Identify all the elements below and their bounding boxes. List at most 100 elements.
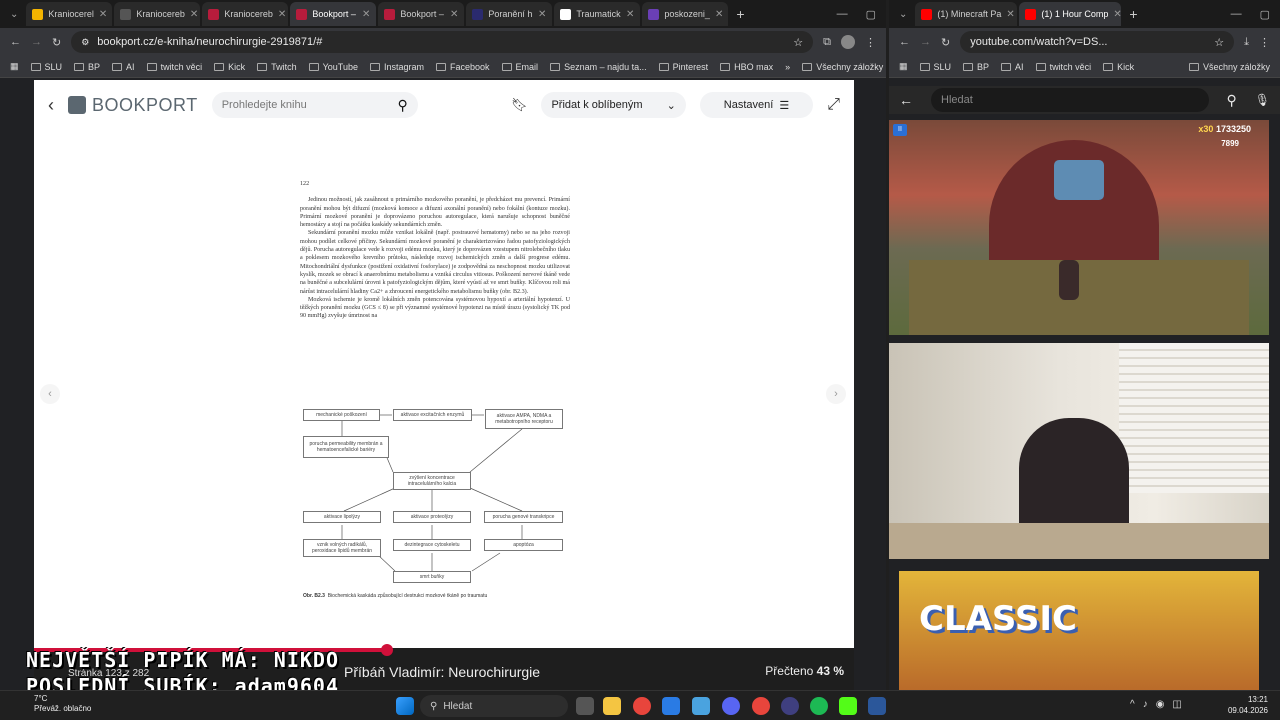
bookmark-item[interactable]: Pinterest xyxy=(658,62,708,72)
bookmark-item[interactable]: twitch věci xyxy=(1035,62,1091,72)
game-video[interactable]: II x30 1733250 7899 xyxy=(889,120,1269,335)
start-button[interactable] xyxy=(396,697,414,715)
forward-icon[interactable]: → xyxy=(920,36,931,48)
reload-icon[interactable]: ↻ xyxy=(52,36,61,49)
bookmark-item[interactable]: twitch věci xyxy=(146,62,202,72)
tab[interactable]: (1) 1 Hour Comp ✕ xyxy=(1019,2,1122,26)
search-icon[interactable]: ⚲ xyxy=(397,97,407,114)
game-thumbnail[interactable]: CLASSIC xyxy=(899,571,1259,690)
taskbar-search[interactable]: ⚲ Hledat xyxy=(420,695,568,717)
new-tab-button[interactable]: + xyxy=(730,6,750,22)
bookmark-item[interactable]: Twitch xyxy=(257,62,297,72)
tab[interactable]: (1) Minecraft Pa ✕ xyxy=(915,2,1018,26)
chrome-alt-icon[interactable] xyxy=(752,697,770,715)
bookmark-item[interactable]: YouTube xyxy=(308,62,358,72)
book-search-input[interactable]: Prohledejte knihu ⚲ xyxy=(211,92,418,118)
close-icon[interactable]: ✕ xyxy=(362,9,370,20)
chrome-icon[interactable] xyxy=(633,697,651,715)
task-view-icon[interactable] xyxy=(576,697,594,715)
close-icon[interactable]: ✕ xyxy=(278,9,286,20)
bookmark-item[interactable]: Kick xyxy=(214,62,245,72)
bookmark-item[interactable]: Instagram xyxy=(369,62,424,72)
tab-search-icon[interactable]: ⌄ xyxy=(4,9,24,20)
all-bookmarks[interactable]: Všechny záložky xyxy=(1188,62,1270,72)
new-tab-button[interactable]: + xyxy=(1123,6,1143,22)
back-icon[interactable]: ← xyxy=(10,36,21,48)
photos-icon[interactable] xyxy=(662,697,680,715)
tab[interactable]: Kraniocereb ✕ xyxy=(114,2,201,26)
bookmark-item[interactable]: AI xyxy=(112,62,135,72)
maximize-icon[interactable]: ▢ xyxy=(866,8,876,21)
profile-avatar[interactable] xyxy=(841,35,855,49)
tab[interactable]: Poranění h ✕ xyxy=(466,2,553,26)
download-icon[interactable]: ⤓ xyxy=(1244,36,1249,49)
bookmark-item[interactable]: BP xyxy=(963,62,989,72)
bookmark-item[interactable]: Kick xyxy=(1103,62,1134,72)
tab[interactable]: Bookport – ✕ xyxy=(378,2,465,26)
bookmark-icon[interactable]: 🔖︎ xyxy=(511,97,528,113)
bookmark-item[interactable]: Email xyxy=(501,62,538,72)
file-explorer-icon[interactable] xyxy=(603,697,621,715)
close-icon[interactable]: ✕ xyxy=(626,9,634,20)
search-icon[interactable]: ⚲ xyxy=(1227,92,1237,109)
forward-icon[interactable]: → xyxy=(31,36,42,48)
tab[interactable]: Kraniocerel ✕ xyxy=(26,2,113,26)
back-arrow-icon[interactable]: ‹ xyxy=(48,95,54,116)
site-info-icon[interactable]: ⚙ xyxy=(81,37,89,48)
word-icon[interactable] xyxy=(868,697,886,715)
bookmarks-overflow-icon[interactable]: » xyxy=(785,62,790,72)
tray-icons[interactable]: ^♪◉◫ xyxy=(1130,699,1190,710)
address-bar[interactable]: youtube.com/watch?v=DS... ☆ xyxy=(960,31,1235,53)
tab[interactable]: Traumatick ✕ xyxy=(554,2,641,26)
bookmark-item[interactable]: AI xyxy=(1001,62,1024,72)
bookmark-item[interactable]: SLU xyxy=(30,62,62,72)
bookmark-item[interactable]: SLU xyxy=(919,62,951,72)
bookmark-item[interactable]: BP xyxy=(74,62,100,72)
back-icon[interactable]: ← xyxy=(899,36,910,48)
close-icon[interactable]: ✕ xyxy=(1006,9,1014,20)
fullscreen-icon[interactable]: ⤢ xyxy=(827,96,840,114)
all-bookmarks[interactable]: Všechny záložky xyxy=(802,62,883,72)
bookmark-star-icon[interactable]: ☆ xyxy=(793,36,803,49)
weather-widget[interactable]: 7°C Převáž. oblačno xyxy=(34,694,91,714)
bookmark-star-icon[interactable]: ☆ xyxy=(1214,36,1224,49)
obs-icon[interactable] xyxy=(781,697,799,715)
close-icon[interactable]: ✕ xyxy=(190,9,198,20)
tab[interactable]: poskozeni_ ✕ xyxy=(642,2,729,26)
youtube-search-input[interactable]: Hledat xyxy=(931,88,1209,112)
back-arrow-icon[interactable]: ← xyxy=(899,92,913,108)
bookmark-item[interactable]: HBO max xyxy=(720,62,773,72)
menu-icon[interactable]: ⋮ xyxy=(1259,36,1270,49)
bookmark-item[interactable]: Facebook xyxy=(436,62,490,72)
store-icon[interactable] xyxy=(692,697,710,715)
prev-page-button[interactable]: ‹ xyxy=(40,384,60,404)
reload-icon[interactable]: ↻ xyxy=(941,36,950,49)
minimize-icon[interactable]: — xyxy=(837,8,848,21)
clock[interactable]: 13:21 09.04.2026 xyxy=(1228,694,1268,716)
settings-button[interactable]: Nastavení ☰ xyxy=(699,92,814,118)
maximize-icon[interactable]: ▢ xyxy=(1260,8,1270,21)
add-to-favorites-button[interactable]: Přidat k oblíbeným ⌄ xyxy=(541,92,686,118)
close-icon[interactable]: ✕ xyxy=(1113,9,1121,20)
microphone-icon[interactable]: 🎙︎ xyxy=(1255,93,1270,107)
apps-icon[interactable]: ▦ xyxy=(899,61,908,72)
tab[interactable]: Kraniocereb ✕ xyxy=(202,2,289,26)
discord-icon[interactable] xyxy=(722,697,740,715)
menu-icon[interactable]: ⋮ xyxy=(865,36,876,49)
apps-icon[interactable]: ▦ xyxy=(10,61,19,72)
tab[interactable]: Bookport – ✕ xyxy=(290,2,377,26)
close-icon[interactable]: ✕ xyxy=(715,9,723,20)
close-icon[interactable]: ✕ xyxy=(538,9,546,20)
close-icon[interactable]: ✕ xyxy=(99,9,107,20)
next-page-button[interactable]: › xyxy=(826,384,846,404)
kick-icon[interactable] xyxy=(839,697,857,715)
minimize-icon[interactable]: — xyxy=(1231,8,1242,21)
pause-icon[interactable]: II xyxy=(893,124,907,136)
spotify-icon[interactable] xyxy=(810,697,828,715)
extensions-icon[interactable]: ⧉ xyxy=(823,36,831,49)
tab-search-icon[interactable]: ⌄ xyxy=(893,9,913,20)
bookmark-item[interactable]: Seznam – najdu ta... xyxy=(550,62,647,72)
address-bar[interactable]: ⚙ bookport.cz/e-kniha/neurochirurgie-291… xyxy=(71,31,814,53)
progress-handle[interactable] xyxy=(380,644,393,656)
close-icon[interactable]: ✕ xyxy=(450,9,458,20)
